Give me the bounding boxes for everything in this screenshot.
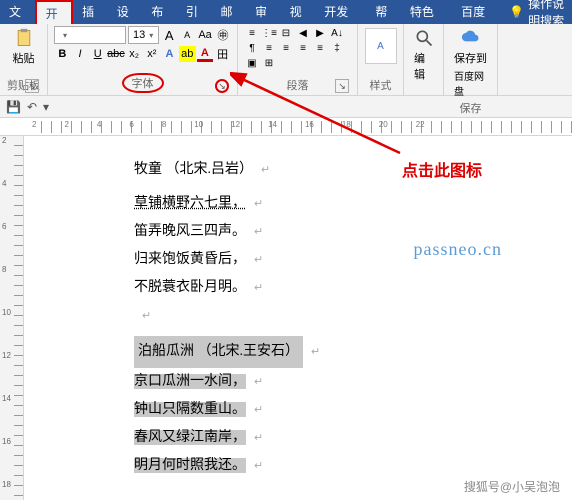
- group-font-label: 字体 ↘: [54, 73, 231, 95]
- tab-developer[interactable]: 开发工具: [315, 0, 366, 24]
- poem2-line1: 京口瓜洲一水间，↵: [134, 368, 512, 396]
- italic-button[interactable]: I: [72, 46, 89, 62]
- group-paragraph: ≡ ⋮≡ ⊟ ◀ ▶ A↓ ¶ ≡ ≡ ≡ ≡ ‡ ▣ ⊞ 段落 ↘: [238, 24, 358, 95]
- font-size-combo[interactable]: 13▾: [128, 26, 159, 44]
- blank-line: ↵: [134, 302, 512, 330]
- tab-layout[interactable]: 布局: [142, 0, 177, 24]
- group-clipboard-label: 剪贴板 ↘: [6, 77, 41, 95]
- group-editing: 编辑: [404, 24, 444, 95]
- qat-dropdown[interactable]: ▾: [43, 100, 49, 114]
- tab-design[interactable]: 设计: [108, 0, 143, 24]
- poem2-line4: 明月何时照我还。↵: [134, 452, 512, 480]
- tab-home[interactable]: 开始: [35, 0, 74, 24]
- group-font: ▾ 13▾ A A Aa ㊥ B I U abc x₂ x² A ab A 田 …: [48, 24, 238, 95]
- grow-font-button[interactable]: A: [161, 27, 177, 43]
- save-netdisk-label2: 百度网盘: [454, 68, 487, 98]
- editing-label: 编辑: [414, 50, 433, 82]
- decrease-indent-button[interactable]: ◀: [295, 26, 311, 40]
- font-name-combo[interactable]: ▾: [54, 26, 126, 44]
- tab-special[interactable]: 特色功能: [401, 0, 452, 24]
- document-page[interactable]: 点击此图标 passneo.cn 牧童 （北宋.吕岩）↵ 草铺横野六七里，↵ 笛…: [24, 136, 572, 500]
- ruler-vertical[interactable]: 24681012141618: [0, 136, 24, 500]
- poem2-title: 泊船瓜洲 （北宋.王安石）↵: [134, 330, 512, 368]
- document-area: 24681012141618 点击此图标 passneo.cn 牧童 （北宋.吕…: [0, 136, 572, 500]
- show-marks-button[interactable]: ¶: [244, 41, 260, 55]
- poem1-line4: 不脱蓑衣卧月明。↵: [134, 274, 512, 302]
- paragraph-dialog-launcher[interactable]: ↘: [335, 79, 349, 93]
- phonetic-guide-button[interactable]: ㊥: [215, 27, 231, 43]
- shading-button[interactable]: ▣: [244, 56, 260, 70]
- ruler-numbers: 2246810121416182022: [32, 120, 425, 129]
- tab-view[interactable]: 视图: [281, 0, 316, 24]
- styles-icon: A: [365, 28, 397, 64]
- ribbon-tab-bar: 文件 开始 插入 设计 布局 引用 邮件 审阅 视图 开发工具 帮助 特色功能 …: [0, 0, 572, 24]
- group-save-label: 保存: [450, 100, 491, 118]
- lightbulb-icon: 💡: [509, 5, 524, 19]
- group-clipboard: 粘贴 剪贴板 ↘: [0, 24, 48, 95]
- font-dialog-launcher[interactable]: ↘: [215, 79, 229, 93]
- char-border-button[interactable]: 田: [214, 46, 231, 62]
- editing-button[interactable]: 编辑: [410, 26, 437, 84]
- underline-button[interactable]: U: [89, 46, 106, 62]
- text-effects-button[interactable]: A: [161, 46, 178, 62]
- numbering-button[interactable]: ⋮≡: [261, 26, 277, 40]
- bold-button[interactable]: B: [54, 46, 71, 62]
- shrink-font-button[interactable]: A: [179, 27, 195, 43]
- highlight-button[interactable]: ab: [179, 46, 196, 62]
- paste-label: 粘贴: [13, 50, 35, 66]
- tab-mailings[interactable]: 邮件: [211, 0, 246, 24]
- tab-help[interactable]: 帮助: [366, 0, 401, 24]
- borders-button[interactable]: ⊞: [261, 56, 277, 70]
- footer-watermark: 搜狐号@小吴泡泡: [460, 477, 564, 496]
- bullets-button[interactable]: ≡: [244, 26, 260, 40]
- poem2-line2: 钟山只隔数重山。↵: [134, 396, 512, 424]
- save-netdisk-label1: 保存到: [454, 50, 487, 66]
- sort-button[interactable]: A↓: [329, 26, 345, 40]
- line-spacing-button[interactable]: ‡: [329, 41, 345, 55]
- group-styles-label: 样式: [364, 77, 397, 95]
- multilevel-button[interactable]: ⊟: [278, 26, 294, 40]
- strikethrough-button[interactable]: abc: [107, 46, 125, 62]
- increase-indent-button[interactable]: ▶: [312, 26, 328, 40]
- qat-undo-button[interactable]: ↶: [27, 100, 37, 114]
- justify-button[interactable]: ≡: [312, 41, 328, 55]
- group-styles: A 样式: [358, 24, 404, 95]
- superscript-button[interactable]: x²: [144, 46, 161, 62]
- poem1-line1: 草铺横野六七里，↵: [134, 190, 512, 218]
- qat-save-button[interactable]: 💾: [6, 100, 21, 114]
- align-left-button[interactable]: ≡: [261, 41, 277, 55]
- clipboard-dialog-launcher[interactable]: ↘: [25, 79, 39, 93]
- paste-button[interactable]: 粘贴: [6, 26, 41, 68]
- watermark-text: passneo.cn: [414, 231, 502, 267]
- tab-review[interactable]: 审阅: [246, 0, 281, 24]
- tab-insert[interactable]: 插入: [73, 0, 108, 24]
- subscript-button[interactable]: x₂: [126, 46, 143, 62]
- font-color-button[interactable]: A: [197, 46, 214, 62]
- group-save-netdisk: 保存到 百度网盘 保存: [444, 24, 498, 95]
- align-right-button[interactable]: ≡: [295, 41, 311, 55]
- ribbon: 粘贴 剪贴板 ↘ ▾ 13▾ A A Aa ㊥ B I U abc x₂ x²: [0, 24, 572, 96]
- paste-icon: [14, 28, 34, 48]
- callout-text: 点击此图标: [402, 156, 482, 188]
- change-case-button[interactable]: Aa: [197, 27, 213, 43]
- find-icon: [414, 28, 434, 48]
- tab-file[interactable]: 文件: [0, 0, 35, 24]
- save-netdisk-button[interactable]: 保存到 百度网盘: [450, 26, 491, 100]
- tab-netdisk[interactable]: 百度网盘: [452, 0, 503, 24]
- styles-button[interactable]: A: [364, 26, 397, 66]
- poem2-line3: 春风又绿江南岸，↵: [134, 424, 512, 452]
- tab-references[interactable]: 引用: [177, 0, 212, 24]
- align-center-button[interactable]: ≡: [278, 41, 294, 55]
- cloud-icon: [461, 28, 481, 48]
- group-paragraph-label: 段落 ↘: [244, 77, 351, 95]
- ruler-horizontal[interactable]: 2246810121416182022: [0, 118, 572, 136]
